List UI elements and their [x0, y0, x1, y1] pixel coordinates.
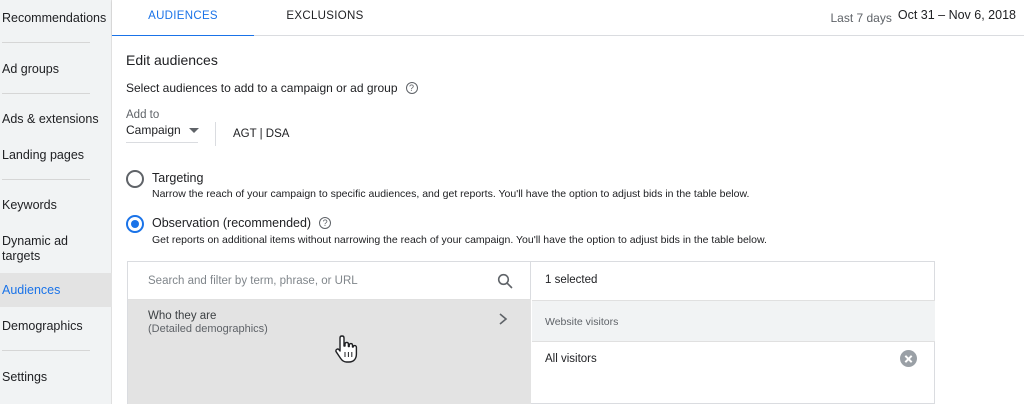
option-title-text: Observation (recommended)	[152, 216, 312, 230]
sidebar-item-label: Recommendations	[2, 11, 107, 25]
sidebar-divider	[2, 42, 90, 43]
subtitle-text: Select audiences to add to a campaign or…	[126, 81, 398, 95]
date-range-picker[interactable]: Last 7 days Oct 31 – Nov 6, 2018	[830, 0, 1024, 36]
add-to-label: Add to	[126, 109, 160, 121]
tab-label: AUDIENCES	[148, 10, 218, 22]
audience-picker: Who they are (Detailed demographics) 1 s…	[127, 261, 935, 404]
date-range-label: Last 7 days	[830, 11, 892, 25]
date-range-value: Oct 31 – Nov 6, 2018	[897, 8, 1016, 22]
sidebar-item-label: Dynamic ad targets	[2, 234, 68, 263]
caret-down-icon	[188, 128, 199, 133]
page-title: Edit audiences	[126, 52, 218, 68]
remove-icon[interactable]	[900, 350, 917, 367]
selected-audiences-panel: 1 selected Website visitors All visitors	[532, 262, 935, 404]
selected-count: 1 selected	[545, 274, 598, 286]
search-row	[128, 262, 531, 300]
sidebar-item-dynamic-ad-targets[interactable]: Dynamic ad targets	[0, 234, 80, 264]
sidebar-item-ads-extensions[interactable]: Ads & extensions	[0, 112, 112, 127]
search-input[interactable]	[148, 273, 478, 289]
sidebar-item-label: Keywords	[2, 198, 57, 212]
selected-group-label: Website visitors	[545, 316, 619, 328]
tab-audiences[interactable]: AUDIENCES	[112, 0, 254, 37]
sidebar-item-audiences[interactable]: Audiences	[0, 273, 112, 307]
sidebar-item-label: Ad groups	[2, 62, 59, 76]
sidebar-item-label: Settings	[2, 370, 48, 384]
top-tab-bar: AUDIENCES EXCLUSIONS Last 7 days Oct 31 …	[112, 0, 1024, 37]
sidebar-divider	[2, 179, 90, 180]
observation-option-description: Get reports on additional items without …	[152, 234, 767, 246]
sidebar-item-keywords[interactable]: Keywords	[0, 198, 112, 213]
chevron-right-icon	[499, 313, 508, 325]
sidebar-item-label: Audiences	[2, 283, 61, 297]
category-who-they-are[interactable]: Who they are (Detailed demographics)	[128, 300, 531, 404]
vertical-divider	[215, 122, 216, 146]
help-icon[interactable]: ?	[405, 82, 418, 94]
add-to-value: Campaign	[126, 123, 181, 137]
sidebar: Recommendations Ad groups Ads & extensio…	[0, 0, 112, 404]
sidebar-item-demographics[interactable]: Demographics	[0, 319, 112, 334]
selected-item: All visitors	[545, 353, 597, 365]
targeting-radio[interactable]	[126, 170, 144, 188]
sidebar-item-recommendations[interactable]: Recommendations	[0, 11, 112, 26]
sidebar-item-label: Demographics	[2, 319, 83, 333]
sidebar-item-label: Landing pages	[2, 148, 85, 162]
add-to-dropdown[interactable]: Campaign	[126, 123, 199, 143]
category-subtitle: (Detailed demographics)	[148, 323, 268, 335]
help-icon[interactable]: ?	[319, 217, 332, 229]
observation-option-title: Observation (recommended) ?	[152, 216, 332, 230]
selected-group-header: Website visitors	[532, 300, 935, 342]
campaign-name: AGT | DSA	[233, 128, 290, 140]
audience-browse-panel: Who they are (Detailed demographics)	[128, 262, 531, 404]
sidebar-divider	[2, 93, 90, 94]
tab-label: EXCLUSIONS	[286, 10, 364, 22]
tab-exclusions[interactable]: EXCLUSIONS	[254, 0, 396, 36]
sidebar-divider	[2, 350, 90, 351]
sidebar-item-landing-pages[interactable]: Landing pages	[0, 148, 112, 163]
option-title-text: Targeting	[152, 171, 204, 185]
targeting-option-title: Targeting	[152, 171, 203, 185]
targeting-option-description: Narrow the reach of your campaign to spe…	[152, 188, 750, 200]
search-icon[interactable]	[497, 273, 513, 289]
main-content: Edit audiences Select audiences to add t…	[112, 36, 1024, 404]
editor-subtitle: Select audiences to add to a campaign or…	[126, 81, 418, 95]
observation-radio[interactable]	[126, 215, 144, 233]
category-title: Who they are	[148, 310, 217, 322]
sidebar-item-ad-groups[interactable]: Ad groups	[0, 62, 112, 77]
sidebar-item-settings[interactable]: Settings	[0, 370, 112, 385]
hand-cursor-icon	[335, 335, 358, 363]
edit-audiences-panel: Edit audiences Select audiences to add t…	[112, 36, 1024, 404]
sidebar-item-label: Ads & extensions	[2, 112, 99, 126]
